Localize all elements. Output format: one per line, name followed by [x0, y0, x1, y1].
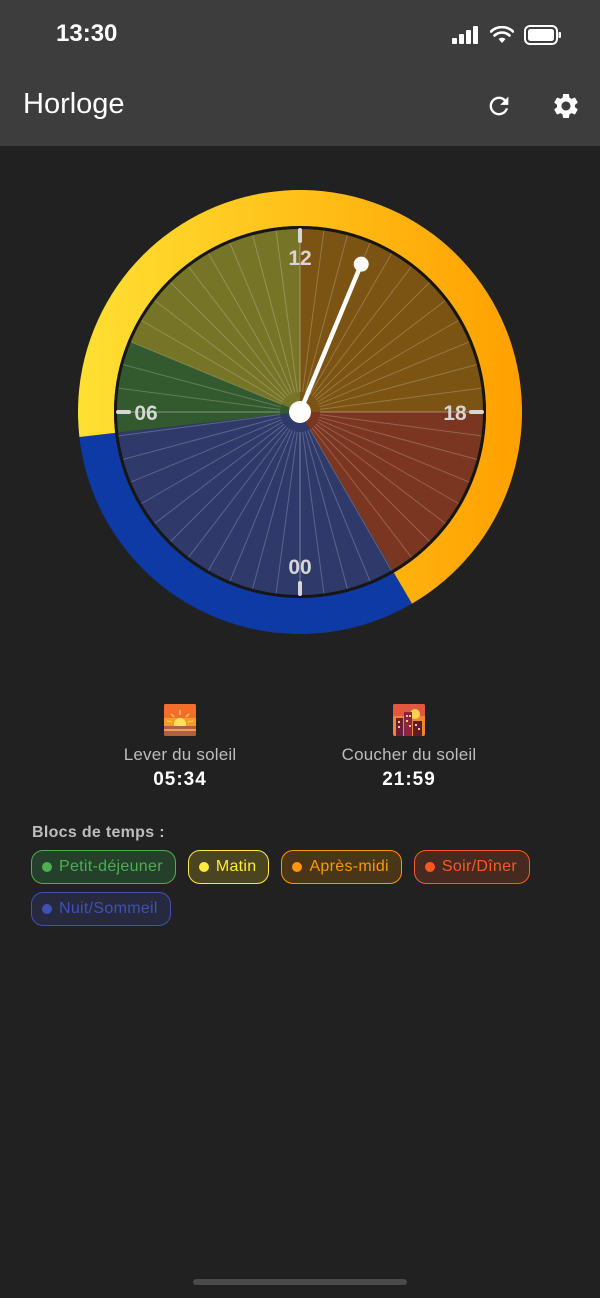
clock-label-12: 12	[288, 247, 311, 270]
status-time: 13:30	[56, 20, 118, 47]
chip-dot	[198, 862, 209, 872]
sunset-time: 21:59	[382, 769, 436, 790]
time-blocks-title: Blocs de temps :	[32, 824, 165, 841]
home-indicator	[193, 1279, 407, 1285]
chip-nuit-sommeil[interactable]: Nuit/Sommeil	[31, 892, 171, 926]
clock-container: 12 06 18 00	[0, 146, 600, 676]
chip-matin[interactable]: Matin	[187, 850, 270, 884]
refresh-button[interactable]	[479, 86, 519, 126]
sunrise-label: Lever du soleil	[123, 745, 237, 764]
sunrise-icon	[164, 704, 196, 736]
sunset-label: Coucher du soleil	[341, 745, 477, 764]
chip-dot	[42, 904, 52, 914]
status-icons	[452, 22, 562, 48]
settings-button[interactable]	[546, 86, 586, 126]
time-blocks-chips: Petit-déjeuner Matin Après-midi Soir/Dîn…	[31, 850, 576, 926]
sunset-block: Coucher du soleil 21:59	[309, 700, 509, 791]
chip-label: Après-midi	[309, 858, 389, 875]
wifi-icon	[490, 26, 514, 43]
chip-label: Matin	[215, 858, 257, 875]
sunrise-block: Lever du soleil 05:34	[80, 700, 280, 791]
clock-label-18: 18	[443, 402, 467, 425]
battery-icon	[524, 25, 561, 45]
chip-label: Petit-déjeuner	[59, 858, 163, 875]
clock-label-06: 06	[134, 402, 157, 425]
chip-petit-dejeuner[interactable]: Petit-déjeuner	[31, 850, 176, 884]
chip-label: Nuit/Sommeil	[59, 900, 158, 917]
chip-label: Soir/Dîner	[441, 858, 517, 875]
sunrise-time: 05:34	[153, 769, 207, 790]
chip-dot	[292, 862, 303, 872]
status-bar: 13:30	[0, 0, 600, 64]
refresh-icon	[489, 96, 509, 116]
app-bar: Horloge	[0, 64, 600, 146]
day-clock: 12 06 18 00	[78, 189, 522, 634]
gear-icon	[554, 94, 578, 118]
clock-label-00: 00	[288, 556, 311, 579]
chip-dot	[424, 862, 435, 872]
clock-hand-tip	[353, 256, 369, 272]
chip-soir-diner[interactable]: Soir/Dîner	[413, 850, 530, 884]
chip-apres-midi[interactable]: Après-midi	[281, 850, 402, 884]
sun-times: Lever du soleil 05:34 Coucher du soleil …	[0, 700, 600, 800]
clock-center-dot	[289, 401, 311, 423]
chip-dot	[42, 862, 52, 872]
city-sunset-icon	[393, 704, 425, 736]
page-title: Horloge	[23, 88, 125, 120]
signal-icon	[452, 26, 478, 44]
